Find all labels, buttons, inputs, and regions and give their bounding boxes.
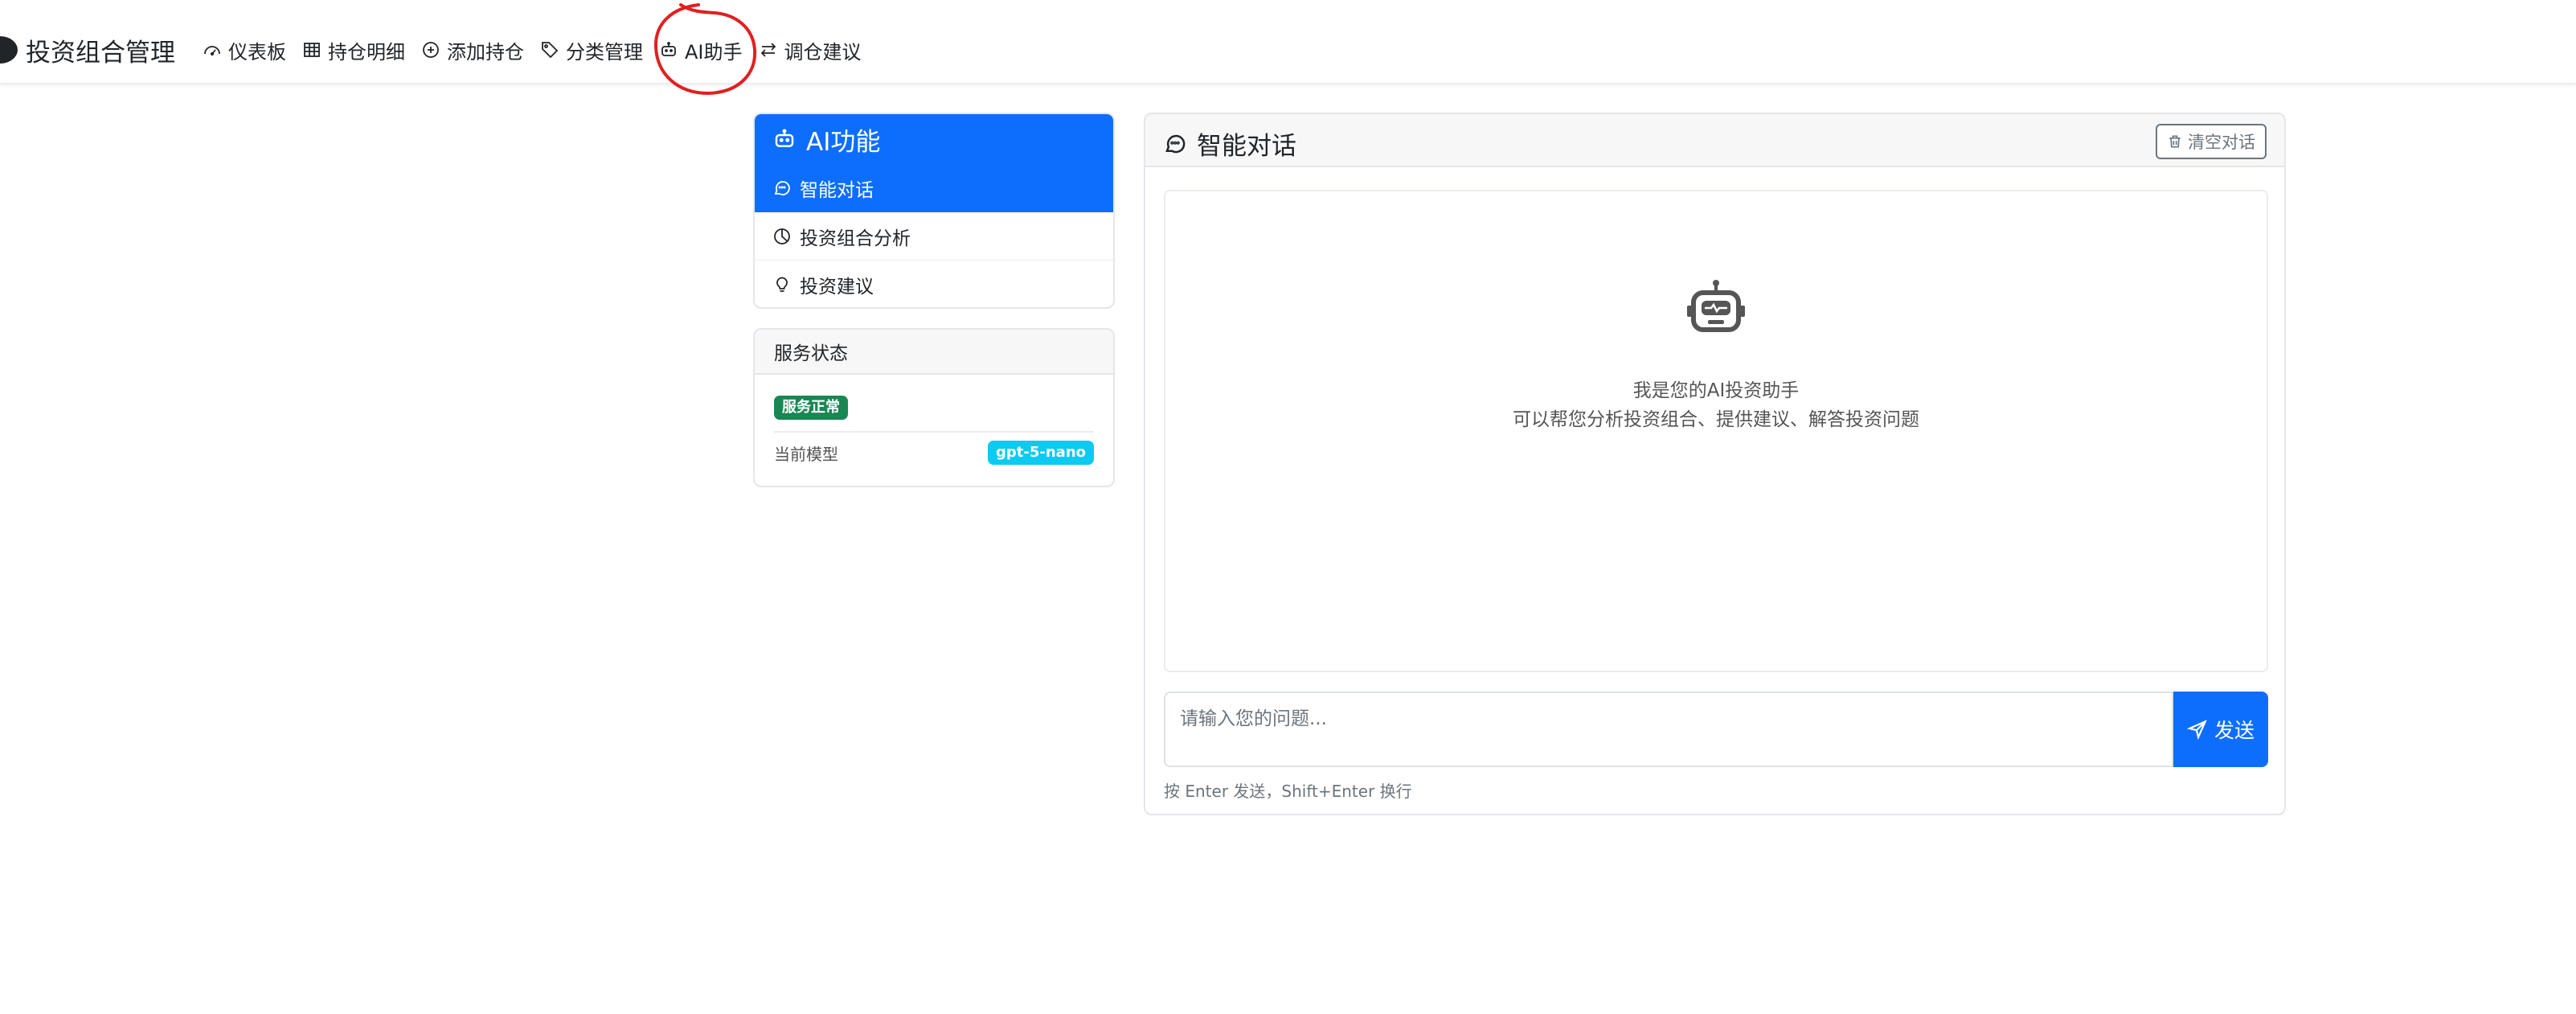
send-icon [2186,720,2207,740]
menu-item-portfolio-analysis[interactable]: 投资组合分析 [755,212,1113,261]
brand-title: 投资组合管理 [26,38,175,68]
pie-chart-logo-icon [0,36,18,64]
chat-title: 智能对话 [1163,125,1296,162]
nav-item-categories[interactable]: 分类管理 [532,31,651,69]
ai-functions-title: AI功能 [806,127,881,157]
service-status-card: 服务状态 服务正常 当前模型 gpt-5-nano [753,328,1115,487]
speedometer-icon [204,46,220,56]
nav-item-label: 仪表板 [228,40,286,64]
ai-functions-header: AI功能 [755,114,1113,164]
chat-icon [774,180,790,195]
chat-input-group: 发送 [1164,692,2268,767]
model-row: 当前模型 gpt-5-nano [774,441,1094,465]
input-hint: 按 Enter 发送，Shift+Enter 换行 [1164,782,1412,801]
ai-functions-card: AI功能 智能对话 投资组合分析 投资建议 [753,113,1115,309]
nav-item-label: AI助手 [685,40,743,64]
nav-item-label: 调仓建议 [784,40,862,64]
nav-item-dashboard[interactable]: 仪表板 [195,31,294,69]
service-status-header: 服务状态 [755,330,1113,375]
robot-icon [661,42,676,56]
clear-chat-button[interactable]: 清空对话 [2156,124,2267,159]
top-navbar: 投资组合管理 仪表板 持仓明细 添加持仓 分类管理 AI助手 调仓建议 [0,0,2576,84]
nav-item-label: 添加持仓 [447,40,524,64]
chat-header: 智能对话 清空对话 [1145,114,2284,167]
brand[interactable]: 投资组合管理 [0,31,175,69]
menu-item-investment-advice[interactable]: 投资建议 [755,261,1113,307]
model-label: 当前模型 [774,444,838,464]
tag-icon [542,42,559,59]
menu-item-label: 投资建议 [800,277,874,298]
model-badge: gpt-5-nano [988,441,1094,465]
service-status-badge: 服务正常 [774,396,848,420]
chat-card: 智能对话 清空对话 我是您的AI投资助手 可以帮您分析投资组合、提供建议、解答投… [1144,113,2286,815]
robot-icon [1687,280,1745,332]
clear-chat-label: 清空对话 [2188,133,2255,152]
arrow-left-right-icon [760,43,776,57]
send-label: 发送 [2214,720,2255,742]
pie-chart-icon [774,228,790,244]
trash-icon [2169,135,2181,148]
welcome-line-2: 可以帮您分析投资组合、提供建议、解答投资问题 [1513,409,1919,430]
nav-item-add-holding[interactable]: 添加持仓 [413,31,532,69]
plus-circle-icon [423,42,439,58]
send-button[interactable]: 发送 [2173,692,2268,767]
nav-item-holdings[interactable]: 持仓明细 [294,31,413,69]
menu-item-label: 智能对话 [800,179,874,201]
nav-item-label: 持仓明细 [328,40,405,64]
robot-icon [775,129,794,147]
lightbulb-icon [776,277,788,292]
chat-icon [1165,134,1186,153]
menu-item-chat[interactable]: 智能对话 [755,164,1113,212]
chat-messages-area[interactable]: 我是您的AI投资助手 可以帮您分析投资组合、提供建议、解答投资问题 [1164,190,2268,672]
welcome-line-1: 我是您的AI投资助手 [1632,380,1800,401]
nav-item-ai-assistant[interactable]: AI助手 [651,31,751,69]
table-icon [304,43,320,57]
nav-item-label: 分类管理 [566,40,643,64]
chat-title-text: 智能对话 [1197,132,1296,161]
nav-item-rebalance[interactable]: 调仓建议 [751,31,870,69]
divider [774,431,1094,433]
service-status-body: 服务正常 当前模型 gpt-5-nano [755,375,1113,465]
chat-input[interactable] [1164,692,2173,767]
menu-item-label: 投资组合分析 [800,228,911,249]
nav-links: 仪表板 持仓明细 添加持仓 分类管理 AI助手 调仓建议 [195,31,870,69]
